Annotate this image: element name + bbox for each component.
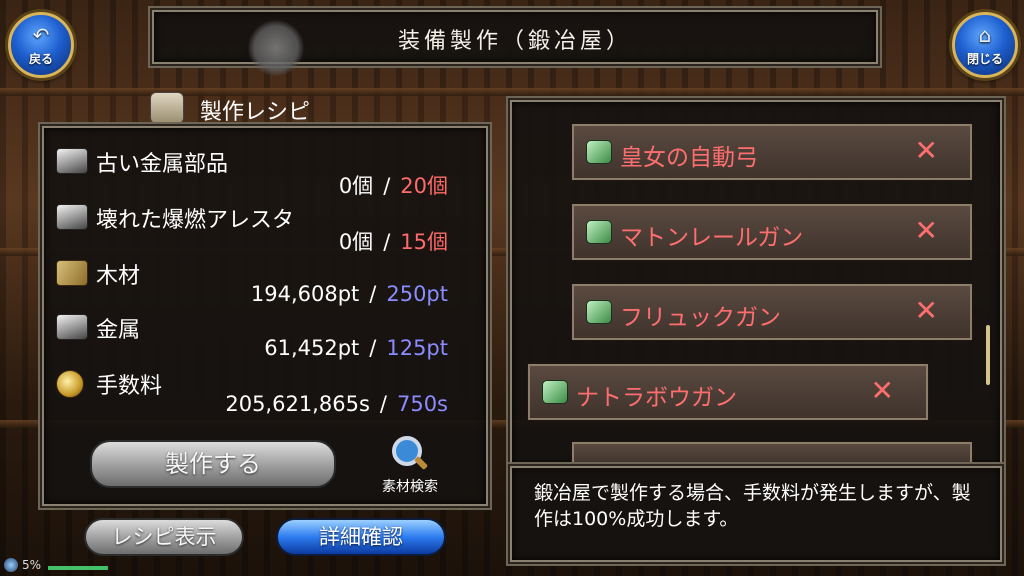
recipe-scroll-icon <box>150 92 184 124</box>
metal-ingot-icon <box>56 148 88 174</box>
material-search-label: 素材検索 <box>382 479 438 495</box>
list-item[interactable]: 皇女の自動弓 ✕ <box>572 124 972 180</box>
material-count: 205,621,865s / 750s <box>225 392 448 416</box>
material-search-button[interactable]: 素材検索 <box>370 436 450 496</box>
weapon-icon <box>542 380 568 404</box>
battery-status: 5% <box>22 558 42 572</box>
coin-icon <box>56 370 84 398</box>
material-required: 125pt <box>386 336 448 360</box>
magnifier-handle <box>413 455 429 471</box>
material-owned: 205,621,865s <box>225 392 370 416</box>
count-separator: / <box>379 392 387 416</box>
weapon-name: マトンレールガン <box>620 225 804 251</box>
material-count: 0個 / 15個 <box>339 226 448 256</box>
material-count: 194,608pt / 250pt <box>251 282 448 306</box>
list-item-partial[interactable] <box>572 442 972 466</box>
weapon-icon <box>586 140 612 164</box>
material-name: 手数料 <box>96 374 163 399</box>
list-scrollbar[interactable] <box>986 325 990 385</box>
craft-button[interactable]: 製作する <box>90 440 336 488</box>
weapon-icon <box>586 300 612 324</box>
weapon-name: ナトラボウガン <box>576 385 737 411</box>
metal-ingot-icon <box>56 314 88 340</box>
close-icon: ✕ <box>914 134 938 167</box>
count-separator: / <box>369 282 377 306</box>
recipe-heading: 製作レシピ <box>200 100 311 125</box>
weapon-name: フリュックガン <box>620 305 781 331</box>
list-item[interactable]: ナトラボウガン ✕ <box>528 364 928 420</box>
material-name: 壊れた爆燃アレスタ <box>96 208 295 233</box>
material-owned: 0個 <box>338 174 374 198</box>
material-required: 20個 <box>400 174 448 198</box>
wood-icon <box>56 260 88 286</box>
metal-ingot-icon <box>56 204 88 230</box>
count-separator: / <box>383 174 391 198</box>
message-panel: 鍛冶屋で製作する場合、手数料が発生しますが、製作は100%成功します。 <box>510 466 1002 562</box>
material-row: 木材 194,608pt / 250pt <box>56 258 456 312</box>
close-icon: ✕ <box>870 374 894 407</box>
detail-button[interactable]: 詳細確認 <box>276 518 446 556</box>
back-button[interactable]: ↶ 戻る <box>8 12 74 78</box>
home-icon: ⌂ <box>978 23 992 47</box>
close-icon: ✕ <box>914 214 938 247</box>
material-count: 0個 / 20個 <box>339 170 448 200</box>
material-owned: 61,452pt <box>264 336 360 360</box>
close-button[interactable]: ⌂ 閉じる <box>952 12 1018 78</box>
weapon-name: 皇女の自動弓 <box>620 145 758 171</box>
material-row: 壊れた爆燃アレスタ 0個 / 15個 <box>56 202 456 256</box>
recipe-view-button[interactable]: レシピ表示 <box>84 518 244 556</box>
count-separator: / <box>369 336 377 360</box>
back-button-label: 戻る <box>28 52 53 66</box>
material-owned: 0個 <box>338 230 374 254</box>
message-text: 鍛冶屋で製作する場合、手数料が発生しますが、製作は100%成功します。 <box>534 482 971 530</box>
material-required: 250pt <box>386 282 448 306</box>
battery-bar <box>48 566 108 570</box>
material-row: 金属 61,452pt / 125pt <box>56 312 456 366</box>
close-icon: ✕ <box>914 294 938 327</box>
list-item[interactable]: マトンレールガン ✕ <box>572 204 972 260</box>
material-row: 手数料 205,621,865s / 750s <box>56 368 456 422</box>
battery-icon <box>4 558 18 572</box>
close-button-label: 閉じる <box>966 52 1003 66</box>
material-count: 61,452pt / 125pt <box>264 336 448 360</box>
material-name: 木材 <box>96 264 141 289</box>
touch-indicator <box>248 20 304 76</box>
back-arrow-icon: ↶ <box>32 23 50 47</box>
recipe-header: 製作レシピ <box>150 92 410 125</box>
material-required: 15個 <box>400 230 448 254</box>
material-owned: 194,608pt <box>250 282 360 306</box>
material-required: 750s <box>396 392 448 416</box>
count-separator: / <box>383 230 391 254</box>
material-name: 古い金属部品 <box>96 152 229 177</box>
list-item[interactable]: フリュックガン ✕ <box>572 284 972 340</box>
weapon-icon <box>586 220 612 244</box>
material-name: 金属 <box>96 318 141 343</box>
material-row: 古い金属部品 0個 / 20個 <box>56 146 456 200</box>
